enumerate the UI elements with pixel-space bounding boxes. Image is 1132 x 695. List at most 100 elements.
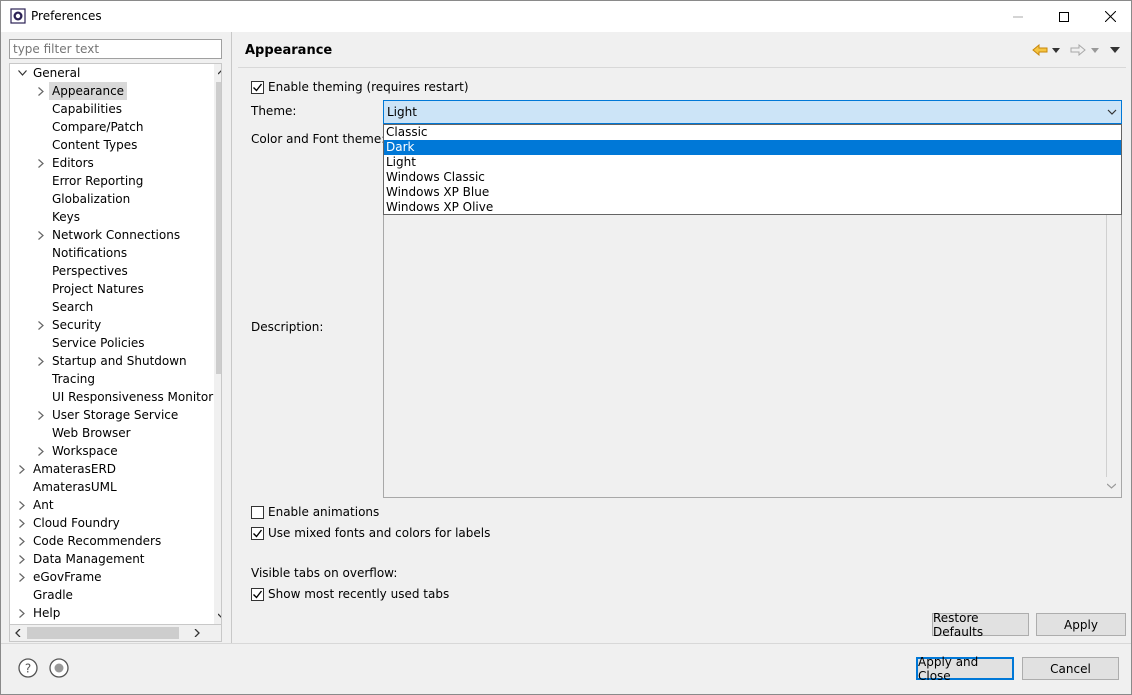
chevron-right-icon[interactable]: [16, 514, 28, 532]
chevron-right-icon[interactable]: [16, 460, 28, 478]
theme-option-dark[interactable]: Dark: [384, 140, 1121, 155]
chevron-right-icon[interactable]: [35, 406, 47, 424]
theme-selected-value: Light: [387, 105, 417, 119]
scroll-left-icon[interactable]: [10, 625, 26, 641]
window-title: Preferences: [31, 9, 102, 23]
footer-separator: [1, 643, 1131, 644]
chevron-right-icon[interactable]: [16, 532, 28, 550]
forward-menu-chevron-down-icon[interactable]: [1090, 41, 1100, 59]
enable-theming-label: Enable theming (requires restart): [268, 80, 469, 94]
scroll-thumb[interactable]: [216, 82, 221, 374]
mixed-fonts-label: Use mixed fonts and colors for labels: [268, 526, 491, 540]
apply-button[interactable]: Apply: [1036, 613, 1126, 636]
chevron-right-icon[interactable]: [16, 604, 28, 622]
check-icon: [253, 529, 263, 538]
checkbox-box[interactable]: [251, 505, 264, 519]
filter-input[interactable]: [9, 39, 222, 59]
tree-item-label: Notifications: [52, 246, 128, 260]
hscroll-thumb[interactable]: [27, 627, 179, 639]
tree-item-label: General: [33, 66, 81, 80]
tree-horizontal-scrollbar[interactable]: [9, 625, 222, 642]
tree-item-label: Error Reporting: [52, 174, 144, 188]
mixed-fonts-checkbox[interactable]: Use mixed fonts and colors for labels: [251, 525, 490, 541]
close-button[interactable]: [1087, 1, 1132, 32]
tree-item-label: AmaterasUML: [33, 480, 117, 494]
chevron-right-icon[interactable]: [16, 550, 28, 568]
theme-option-windows-xp-olive[interactable]: Windows XP Olive: [384, 200, 1121, 215]
tree-item-label: Code Recommenders: [33, 534, 162, 548]
description-scrollbar[interactable]: [1104, 215, 1121, 497]
tree-item-label: Web Browser: [52, 426, 131, 440]
tree-item-label: Cloud Foundry: [33, 516, 120, 530]
scroll-up-icon[interactable]: [214, 64, 221, 80]
forward-arrow-icon[interactable]: [1069, 41, 1087, 59]
tree-item-label: Tracing: [52, 372, 96, 386]
enable-animations-label: Enable animations: [268, 505, 380, 519]
theme-option-windows-classic[interactable]: Windows Classic: [384, 170, 1121, 185]
chevron-right-icon[interactable]: [16, 496, 28, 514]
tree-item-label: Data Management: [33, 552, 145, 566]
tree-item-label: Network Connections: [52, 228, 181, 242]
import-export-icon[interactable]: [49, 658, 69, 678]
chevron-right-icon[interactable]: [35, 226, 47, 244]
theme-label: Theme:: [251, 104, 297, 118]
close-icon: [1104, 11, 1116, 22]
back-menu-chevron-down-icon[interactable]: [1051, 41, 1061, 59]
scroll-track: [1106, 215, 1107, 477]
scroll-down-icon[interactable]: [1107, 483, 1116, 489]
visible-tabs-label: Visible tabs on overflow:: [251, 566, 398, 580]
help-icon[interactable]: ?: [18, 658, 38, 678]
checkbox-box[interactable]: [251, 80, 264, 94]
enable-theming-checkbox[interactable]: Enable theming (requires restart): [251, 79, 469, 95]
tree-item-label: Editors: [52, 156, 94, 170]
tree-item-label: Capabilities: [52, 102, 122, 116]
theme-dropdown-list[interactable]: Classic Dark Light Windows Classic Windo…: [383, 124, 1122, 215]
title-bar: Preferences: [1, 1, 1131, 32]
theme-option-light[interactable]: Light: [384, 155, 1121, 170]
apply-and-close-button[interactable]: Apply and Close: [916, 655, 1014, 683]
chevron-right-icon[interactable]: [16, 568, 28, 586]
panel-divider[interactable]: [231, 32, 232, 643]
maximize-icon: [1059, 11, 1069, 22]
page-title: Appearance: [245, 43, 333, 58]
maximize-button[interactable]: [1041, 1, 1087, 32]
scroll-right-icon[interactable]: [189, 625, 205, 641]
page-navigation: [1031, 41, 1123, 59]
chevron-right-icon[interactable]: [35, 352, 47, 370]
show-recent-tabs-checkbox[interactable]: Show most recently used tabs: [251, 586, 449, 602]
tree-item-label: Help: [33, 606, 61, 620]
view-menu-icon[interactable]: [1109, 41, 1121, 59]
chevron-right-icon[interactable]: [35, 82, 47, 100]
show-recent-tabs-label: Show most recently used tabs: [268, 587, 450, 601]
chevron-down-icon[interactable]: [16, 64, 28, 82]
restore-defaults-button[interactable]: Restore Defaults: [932, 611, 1029, 639]
tree-item-label: UI Responsiveness Monitorin: [52, 390, 222, 404]
tree-item-label: eGovFrame: [33, 570, 102, 584]
scroll-down-icon[interactable]: [214, 608, 221, 624]
check-icon: [253, 590, 263, 599]
theme-select[interactable]: Light: [383, 100, 1122, 124]
chevron-down-icon: [1107, 109, 1117, 115]
checkbox-box[interactable]: [251, 587, 264, 601]
tree-item-label: Search: [52, 300, 94, 314]
tree-item-label: AmaterasERD: [33, 462, 117, 476]
minimize-button[interactable]: [995, 1, 1041, 32]
tree-item-label: Project Natures: [52, 282, 144, 296]
back-arrow-icon[interactable]: [1031, 41, 1049, 59]
tree-vertical-scrollbar[interactable]: [214, 64, 221, 624]
chevron-right-icon[interactable]: [35, 154, 47, 172]
theme-option-windows-xp-blue[interactable]: Windows XP Blue: [384, 185, 1121, 200]
checkbox-box[interactable]: [251, 526, 264, 540]
tree-item-label: Workspace: [52, 444, 118, 458]
tree-item-label: Service Policies: [52, 336, 145, 350]
chevron-right-icon[interactable]: [35, 316, 47, 334]
chevron-right-icon[interactable]: [35, 442, 47, 460]
tree-item-label: Keys: [52, 210, 81, 224]
enable-animations-checkbox[interactable]: Enable animations: [251, 504, 379, 520]
preference-tree[interactable]: General Appearance Capabilities Compare/Pat…: [9, 63, 222, 625]
tree-item-label: Compare/Patch: [52, 120, 144, 134]
theme-option-classic[interactable]: Classic: [384, 125, 1121, 140]
tree-item-label: Startup and Shutdown: [52, 354, 187, 368]
description-area: [383, 215, 1122, 498]
cancel-button[interactable]: Cancel: [1022, 657, 1119, 680]
